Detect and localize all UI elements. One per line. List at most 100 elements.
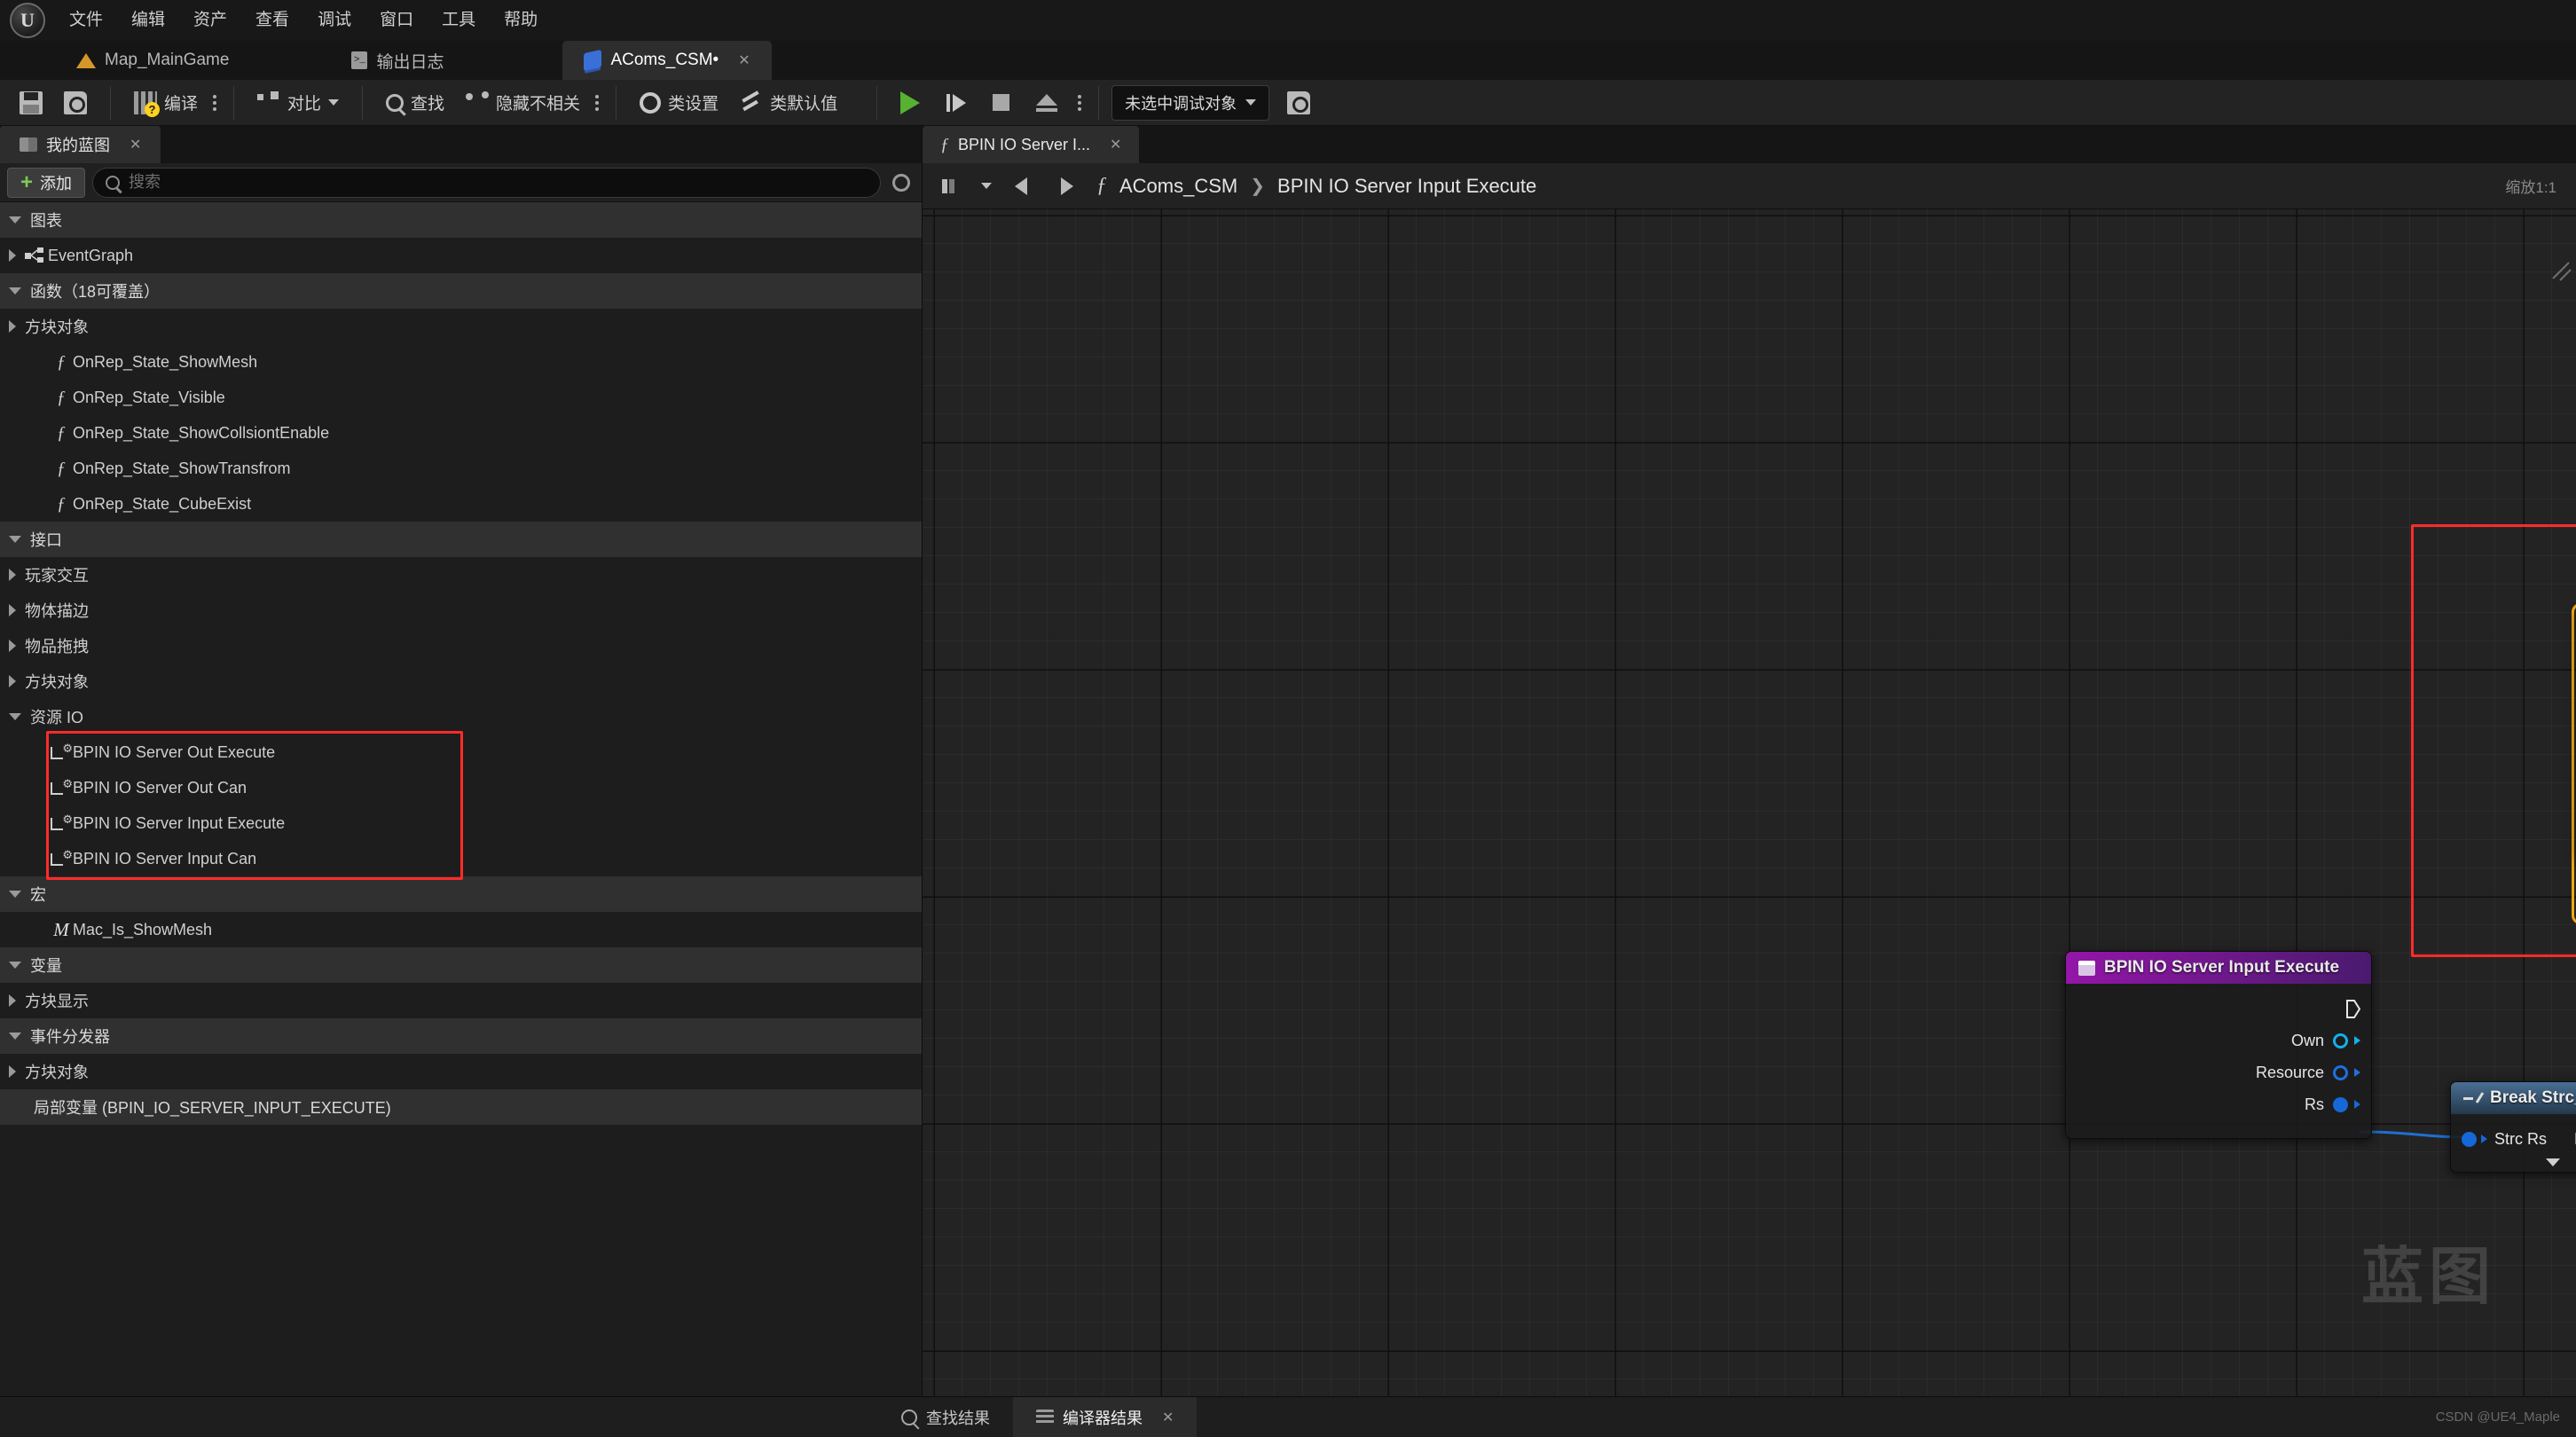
class-defaults-button[interactable]: 类默认值 [729,84,848,122]
close-icon[interactable]: ✕ [1162,1409,1174,1426]
input-pin[interactable] [2462,1131,2477,1147]
search-box[interactable] [92,167,881,198]
menu-item-view[interactable]: 查看 [241,0,303,41]
hide-unrelated-options-button[interactable] [591,94,603,111]
menu-item-file[interactable]: 文件 [55,0,117,41]
tree-section-item[interactable]: 图表 [0,202,922,238]
menu-item-window[interactable]: 窗口 [365,0,428,41]
chevron-right-icon[interactable] [9,320,16,333]
tree-item-io[interactable]: 资源 IO [0,699,922,734]
tree-item-item[interactable]: 物品拖拽 [0,628,922,664]
chevron-right-icon[interactable] [9,675,16,687]
compile-button[interactable]: 编译 [123,84,208,122]
hide-unrelated-button[interactable]: 隐藏不相关 [455,84,591,122]
tab-compiler-results[interactable]: 编译器结果 ✕ [1013,1396,1198,1437]
chevron-right-icon[interactable] [9,640,16,652]
chevron-down-icon[interactable] [9,713,21,720]
tree-item-bpin-io-server-input-execute[interactable]: BPIN IO Server Input Execute [0,805,922,841]
tree-item-item[interactable]: 方块对象 [0,1054,922,1089]
debug-filter-button[interactable] [1276,84,1321,122]
tree-item-bpin-io-server-out-can[interactable]: BPIN IO Server Out Can [0,770,922,805]
chevron-right-icon[interactable] [9,569,16,581]
browse-button[interactable] [53,84,98,122]
tree-item-eventgraph[interactable]: EventGraph [0,238,922,273]
pin-label: Resource [2255,1063,2324,1081]
back-button[interactable] [1004,171,1038,201]
exec-out-pin[interactable] [2346,999,2360,1018]
node-expand-toggle[interactable] [2451,1155,2576,1166]
tree-item-item[interactable]: 方块显示 [0,983,922,1018]
close-icon[interactable]: ✕ [1110,136,1121,153]
breadcrumb-item-class[interactable]: AComs_CSM [1119,175,1237,198]
menu-item-edit[interactable]: 编辑 [117,0,179,41]
node-bpin-io-server-input-execute[interactable]: BPIN IO Server Input Execute Own Resourc… [2065,951,2372,1139]
chevron-right-icon[interactable] [9,994,16,1007]
graph-layout-button[interactable] [935,171,969,201]
tree-item-onrep-state-showtransfrom[interactable]: ƒ OnRep_State_ShowTransfrom [0,451,922,486]
tree-section-item[interactable]: 事件分发器 [0,1018,922,1054]
tab-output-log[interactable]: >_ 输出日志 [330,41,465,80]
output-pin[interactable] [2333,1033,2348,1048]
tab-label: Map_MainGame [105,51,230,69]
output-pin[interactable] [2333,1096,2348,1112]
menu-item-debug[interactable]: 调试 [303,0,365,41]
find-button[interactable]: 查找 [375,84,455,122]
tree-item-item[interactable]: 物体描边 [0,593,922,628]
play-button[interactable] [890,84,931,122]
node-break-strc-rs[interactable]: Break Strc_Rs Strc Rs Rs Id [2450,1081,2576,1173]
tree-item-bpin-io-server-input-can[interactable]: BPIN IO Server Input Can [0,841,922,876]
search-input[interactable] [129,173,868,192]
chevron-right-icon[interactable] [9,249,16,262]
tab-map-maingame[interactable]: Map_MainGame [55,41,250,80]
menu-item-asset[interactable]: 资产 [179,0,241,41]
panel-settings-button[interactable] [888,169,915,196]
chevron-right-icon[interactable] [9,1065,16,1078]
unreal-logo-icon[interactable]: U [0,0,55,41]
chevron-down-icon[interactable] [9,216,21,224]
breadcrumb-item-function[interactable]: BPIN IO Server Input Execute [1277,175,1536,198]
add-button[interactable]: + 添加 [7,167,86,198]
tree-section-item[interactable]: 接口 [0,522,922,557]
tree-section-item[interactable]: 变量 [0,947,922,983]
eject-button[interactable] [1025,84,1068,122]
tab-my-blueprint[interactable]: 我的蓝图 ✕ [0,126,161,163]
chevron-down-icon[interactable] [9,1033,21,1040]
tree-item-onrep-state-showcollsiontenable[interactable]: ƒ OnRep_State_ShowCollsiontEnable [0,415,922,451]
output-pin[interactable] [2333,1064,2348,1080]
tree-item-item[interactable]: 方块对象 [0,664,922,699]
play-options-button[interactable] [1073,94,1086,111]
tab-find-results[interactable]: 查找结果 [878,1397,1013,1437]
tree-item-bpin-io-server-out-execute[interactable]: BPIN IO Server Out Execute [0,734,922,770]
chevron-down-icon[interactable] [9,962,21,969]
chevron-right-icon[interactable] [9,604,16,616]
tree-item-onrep-state-showmesh[interactable]: ƒ OnRep_State_ShowMesh [0,344,922,380]
tab-acoms-csm[interactable]: AComs_CSM• ✕ [562,41,772,80]
tree-item-onrep-state-visible[interactable]: ƒ OnRep_State_Visible [0,380,922,415]
panel-resize-handle[interactable] [2549,259,2572,282]
chevron-down-icon[interactable] [9,536,21,543]
class-settings-button[interactable]: 类设置 [629,84,729,122]
chevron-down-icon[interactable] [9,287,21,294]
tab-bpin-io-server-input[interactable]: ƒ BPIN IO Server I... ✕ [923,126,1140,163]
tree-section-item[interactable]: 宏 [0,876,922,912]
save-button[interactable] [9,84,53,122]
step-button[interactable] [936,84,977,122]
menu-item-tools[interactable]: 工具 [428,0,490,41]
close-icon[interactable]: ✕ [130,136,141,153]
forward-button[interactable] [1050,171,1084,201]
close-icon[interactable]: ✕ [738,51,750,69]
graph-canvas[interactable]: ƒ FUNL Rs Resource Add by Rs Id [923,209,2576,1396]
tree-item-item[interactable]: 玩家交互 [0,557,922,593]
tree-item-mac-is-showmesh[interactable]: M Mac_Is_ShowMesh [0,912,922,947]
tree-item-onrep-state-cubeexist[interactable]: ƒ OnRep_State_CubeExist [0,486,922,522]
debug-object-select[interactable]: 未选中调试对象 [1111,84,1270,121]
stop-button[interactable] [982,84,1020,122]
tree-section-bpin-io-server-input-execute[interactable]: 局部变量 (BPIN_IO_SERVER_INPUT_EXECUTE) [0,1089,922,1125]
tree-section-18[interactable]: 函数（18可覆盖） [0,273,922,309]
tree-item-item[interactable]: 方块对象 [0,309,922,344]
menu-item-help[interactable]: 帮助 [490,0,552,41]
chevron-down-icon[interactable] [9,891,21,898]
diff-button[interactable]: 对比 [247,84,349,122]
compile-options-button[interactable] [208,94,221,111]
chevron-down-icon[interactable] [981,183,992,189]
